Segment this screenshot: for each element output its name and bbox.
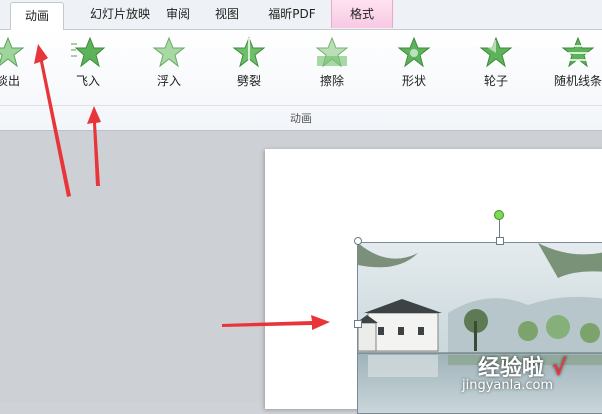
ribbon-group-label: 动画 xyxy=(290,112,312,125)
star-split-icon xyxy=(232,36,266,68)
effect-float-in[interactable]: 浮入 xyxy=(139,36,199,98)
watermark-check: √ xyxy=(551,356,567,381)
ribbon-tab-bar: 动画 幻灯片放映 审阅 视图 福昕PDF 格式 xyxy=(0,0,602,31)
star-float-in-icon xyxy=(152,36,186,68)
tab-review[interactable]: 审阅 xyxy=(158,0,198,29)
effect-fade-out[interactable]: 淡出 xyxy=(0,36,38,98)
ribbon-group-divider xyxy=(0,105,602,106)
tab-foxit-pdf[interactable]: 福昕PDF xyxy=(259,0,325,29)
effect-random-bars[interactable]: 随机线条 xyxy=(548,36,602,98)
effect-shape[interactable]: 形状 xyxy=(384,36,444,98)
star-shape-icon xyxy=(397,36,431,68)
animation-ribbon: 淡出 飞入 浮入 劈裂 擦除 形状 轮子 随机线条 动画 xyxy=(0,30,602,131)
effect-wipe[interactable]: 擦除 xyxy=(302,36,362,98)
rotation-handle[interactable] xyxy=(494,210,504,220)
tab-view[interactable]: 视图 xyxy=(207,0,247,29)
effect-label: 轮子 xyxy=(483,74,508,88)
star-fly-in-icon xyxy=(71,36,105,68)
effect-label: 随机线条 xyxy=(553,74,602,88)
effect-wheel[interactable]: 轮子 xyxy=(466,36,526,98)
star-random-bars-icon xyxy=(561,36,595,68)
star-wipe-icon xyxy=(315,36,349,68)
effect-fly-in[interactable]: 飞入 xyxy=(58,36,118,98)
resize-handle-top-left[interactable] xyxy=(354,237,362,245)
effect-label: 飞入 xyxy=(75,74,100,88)
effect-label: 淡出 xyxy=(0,74,20,88)
watermark-url: jingyanla.com xyxy=(462,378,554,393)
star-wheel-icon xyxy=(479,36,513,68)
effect-split[interactable]: 劈裂 xyxy=(219,36,279,98)
tab-animation[interactable]: 动画 xyxy=(10,2,64,31)
effect-label: 擦除 xyxy=(319,74,344,88)
tab-slideshow[interactable]: 幻灯片放映 xyxy=(74,0,166,29)
effect-label: 劈裂 xyxy=(236,74,261,88)
resize-handle-middle-left[interactable] xyxy=(354,320,362,328)
star-fade-icon xyxy=(0,36,25,68)
resize-handle-top-middle[interactable] xyxy=(496,237,504,245)
tab-format[interactable]: 格式 xyxy=(331,0,393,28)
rotation-handle-stem xyxy=(499,218,500,237)
effect-label: 浮入 xyxy=(156,74,181,88)
effect-label: 形状 xyxy=(401,74,426,88)
